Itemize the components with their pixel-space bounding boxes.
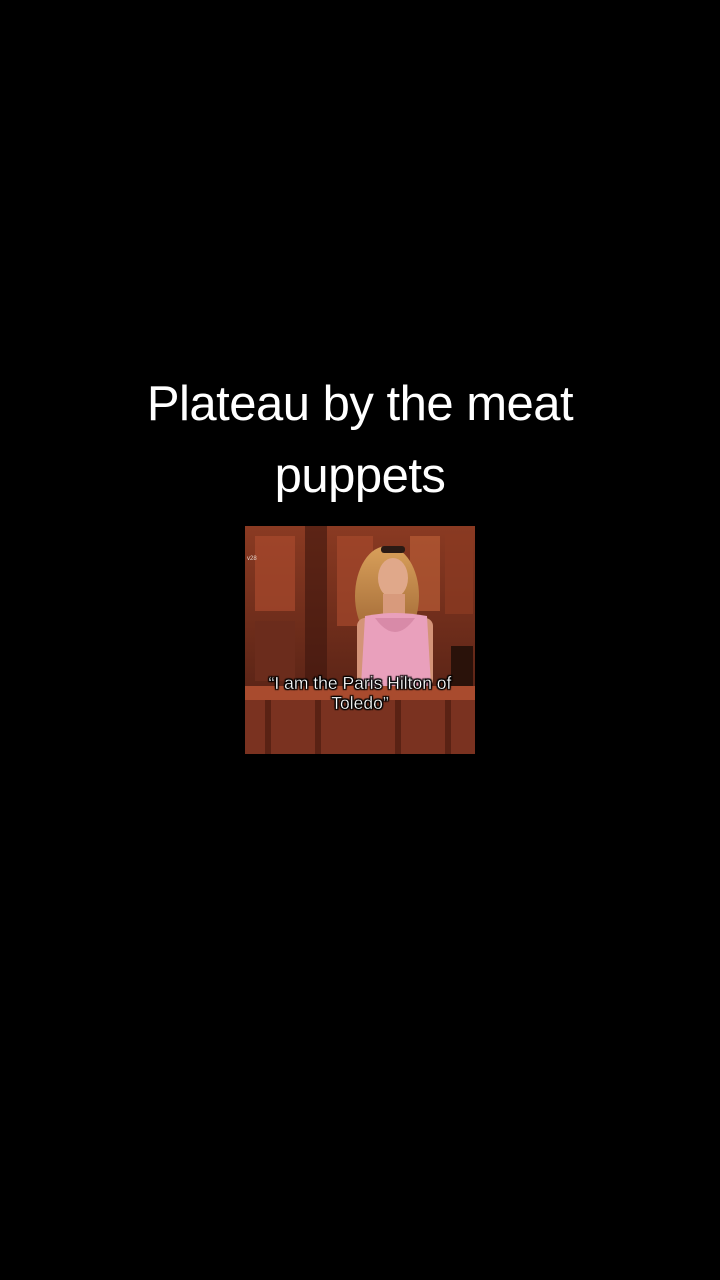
subtitle-line-1: “I am the Paris Hilton of [268,673,452,693]
clip-watermark: v28 [247,556,257,562]
video-caption: Plateau by the meat puppets [60,368,660,512]
video-stage[interactable]: Plateau by the meat puppets v28 “I am th… [0,0,720,1280]
subtitle-line-2: Toledo” [331,693,389,713]
clip-frame-image [245,526,475,754]
caption-text: Plateau by the meat puppets [146,377,574,503]
embedded-video-clip: v28 “I am the Paris Hilton of Toledo” [245,526,475,754]
clip-subtitle: “I am the Paris Hilton of Toledo” [245,673,475,713]
